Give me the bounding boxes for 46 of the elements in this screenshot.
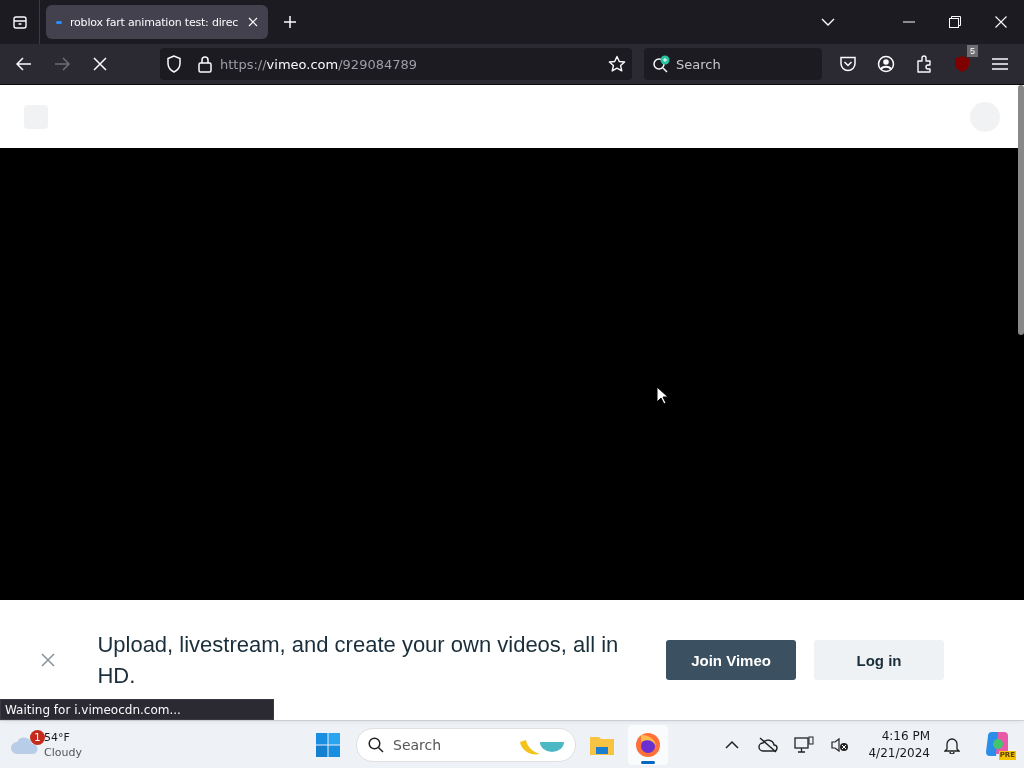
shield-icon [166, 55, 182, 73]
speaker-muted-icon [831, 736, 850, 753]
account-icon [877, 55, 895, 73]
chevron-up-icon [725, 740, 740, 749]
login-button[interactable]: Log in [814, 640, 944, 680]
taskbar-search-field[interactable]: Search [356, 727, 576, 762]
network-icon [794, 735, 815, 754]
join-button[interactable]: Join Vimeo [666, 640, 796, 680]
bell-icon [944, 735, 960, 754]
menu-icon [992, 58, 1008, 70]
minimize-icon [903, 21, 915, 23]
address-field[interactable]: https://vimeo.com/929084789 [160, 48, 632, 80]
notification-badge: 1 [30, 729, 45, 745]
lock-icon [198, 55, 212, 73]
search-icon [368, 736, 384, 753]
date-text: 4/21/2024 [868, 744, 930, 762]
shield-icon [954, 55, 970, 73]
status-text: Waiting for i.vimeocdn.com... [0, 699, 274, 720]
firefox-icon [635, 731, 661, 758]
count-badge: 5 [967, 45, 978, 57]
star-icon [608, 55, 626, 73]
weather-condition: Cloudy [44, 744, 82, 760]
temperature-text: 54°F [44, 729, 71, 745]
close-icon [93, 57, 107, 71]
plus-icon [283, 15, 297, 29]
restore-icon [949, 16, 961, 28]
clock[interactable]: 4:16 PM 4/21/2024 [868, 727, 930, 762]
close-icon [40, 653, 55, 667]
search-field[interactable]: Search [644, 48, 822, 80]
pocket-icon [839, 56, 857, 72]
cursor-icon [656, 386, 668, 405]
banner-message: Upload, livestream, and create your own videos, all in HD. [97, 631, 620, 690]
cloud-off-icon [758, 736, 779, 753]
puzzle-icon [916, 55, 932, 73]
forward-arrow-icon [54, 57, 70, 71]
time-text: 4:16 PM [881, 727, 930, 745]
favicon-icon [56, 20, 62, 24]
close-icon [248, 17, 258, 27]
browser-button[interactable] [628, 724, 668, 765]
back-arrow-icon [16, 57, 32, 71]
tab-list-icon [11, 14, 28, 30]
windows-icon [316, 732, 340, 757]
ublock-button[interactable]: 5 [944, 46, 980, 82]
browser-tab[interactable]: roblox fart animation test: direc [46, 5, 268, 39]
close-icon [995, 16, 1007, 28]
chevron-down-icon [821, 17, 835, 27]
